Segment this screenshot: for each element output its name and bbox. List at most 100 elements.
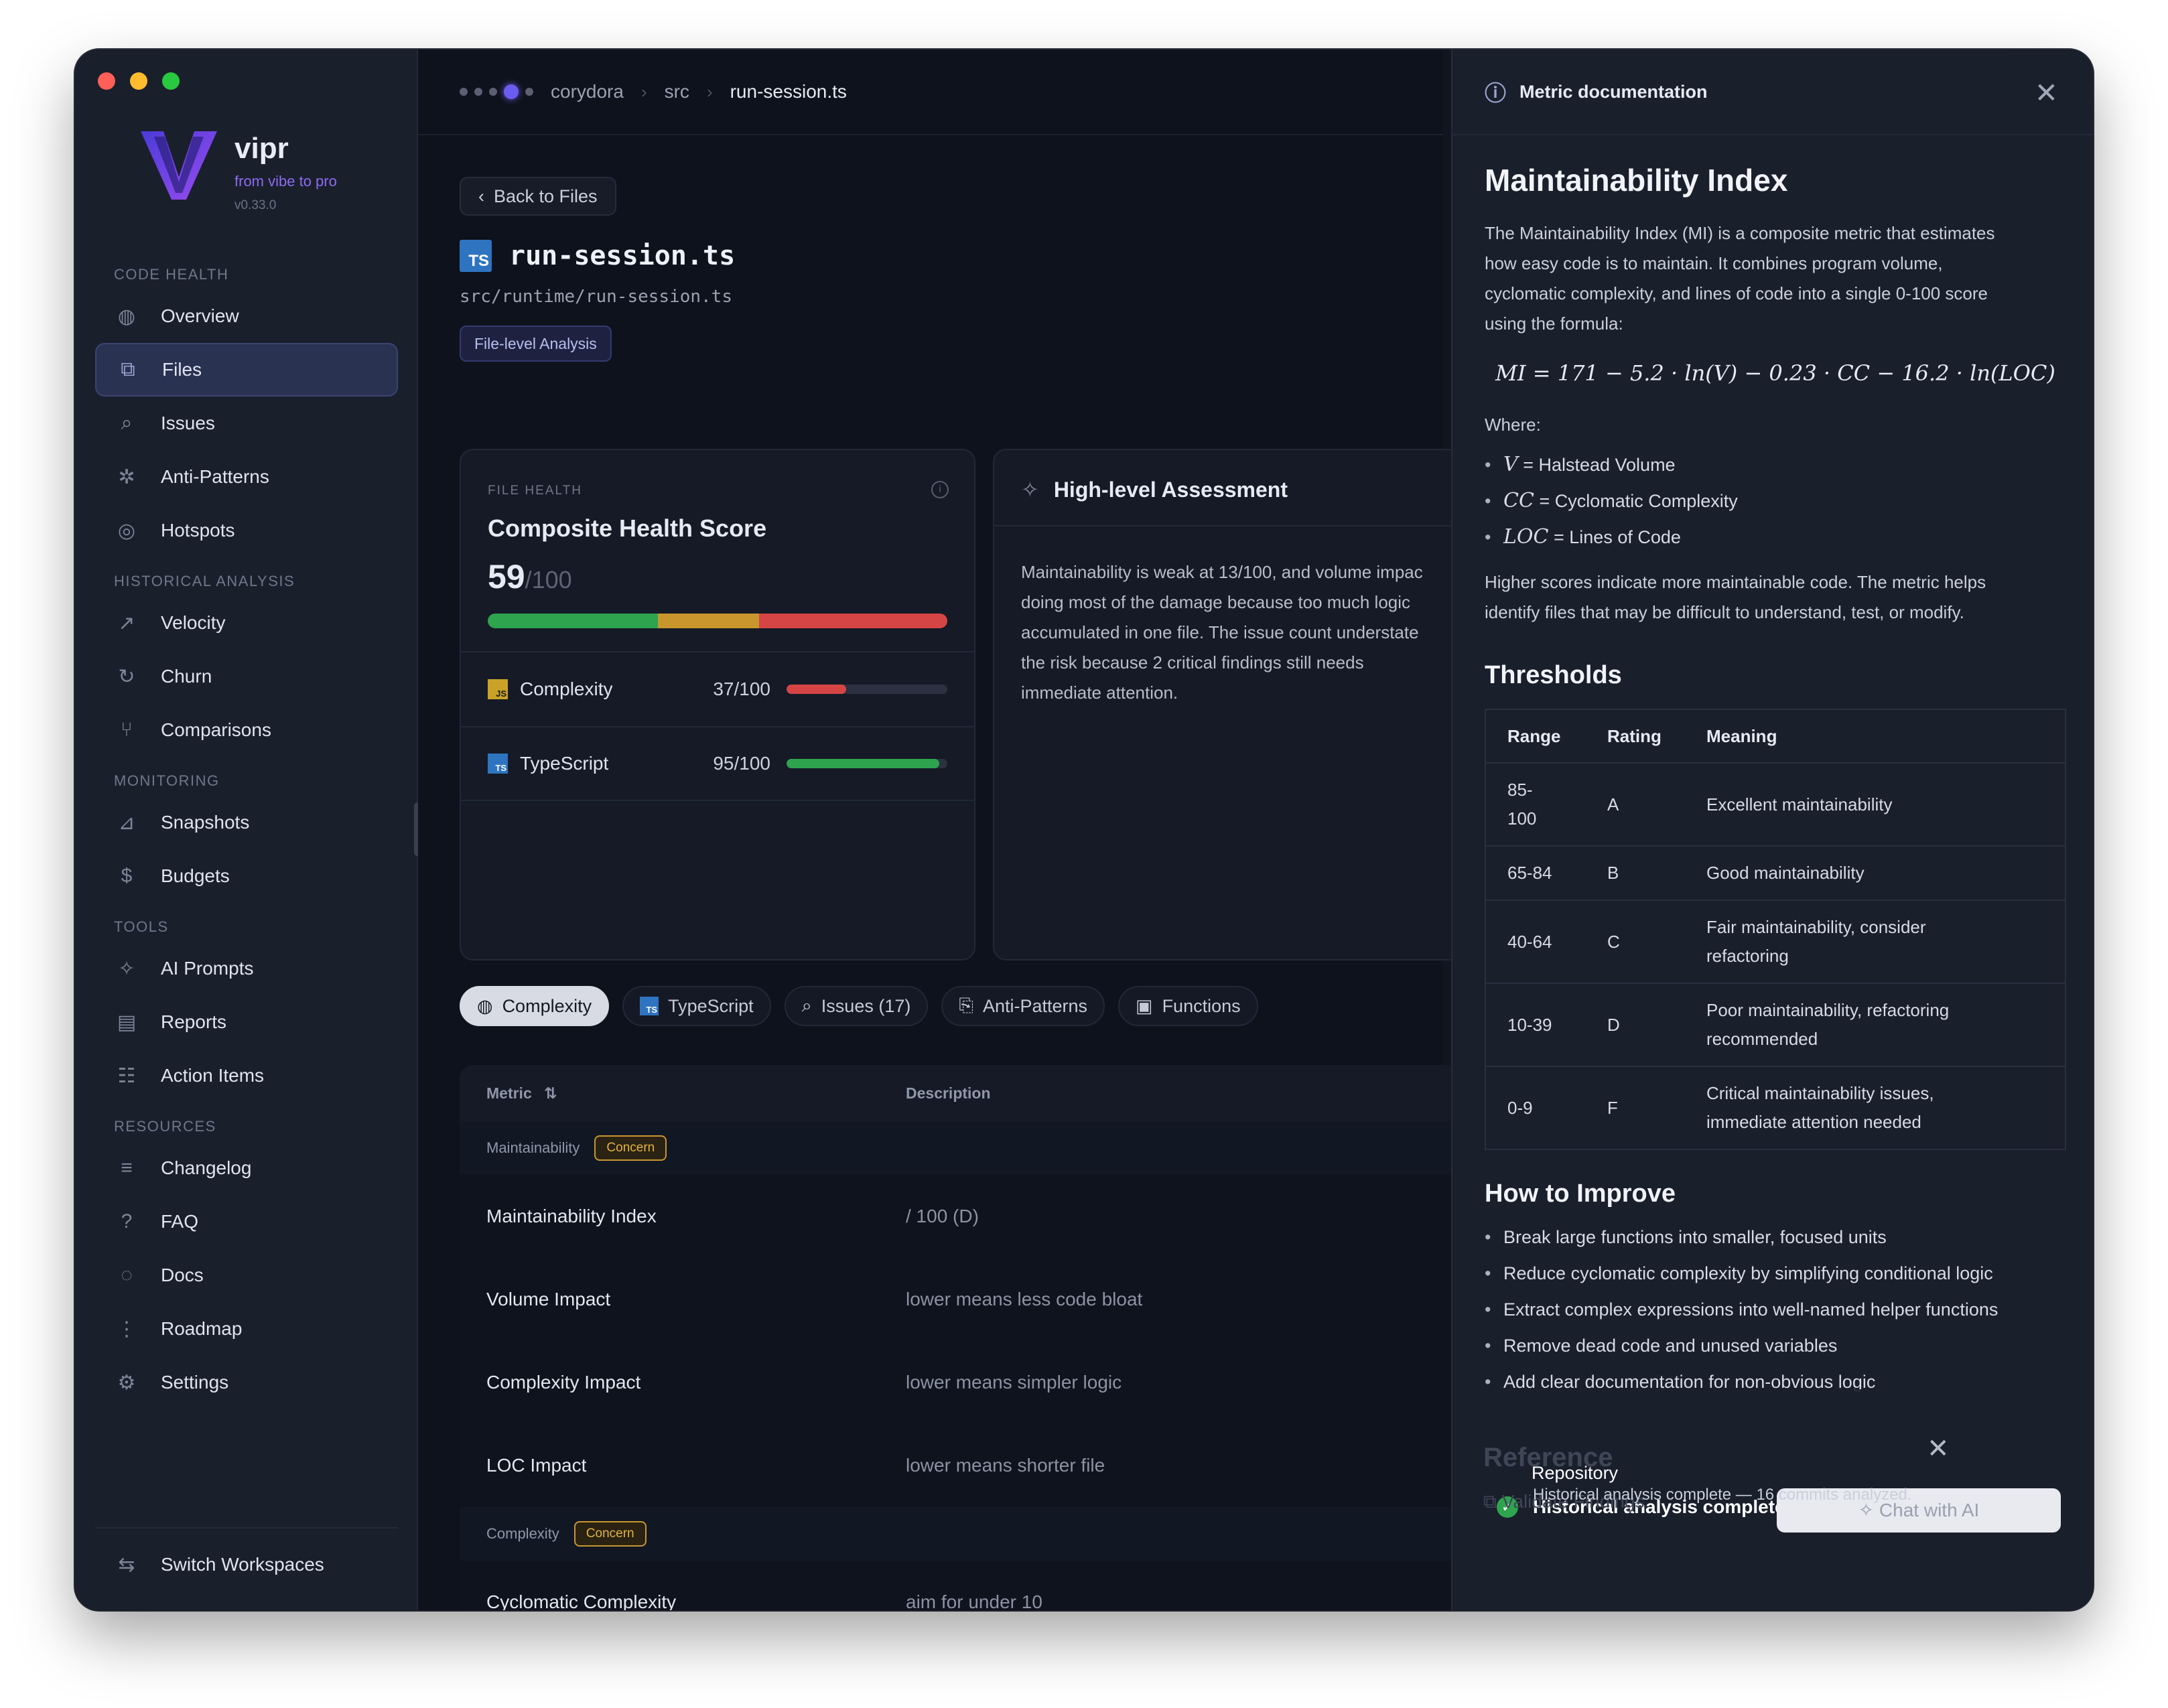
sidebar-item-ai-prompts[interactable]: ✧ AI Prompts	[95, 942, 398, 995]
metrics-table: Metric ⇅ Description Maintainability Con…	[460, 1065, 1465, 1610]
tab-typescript[interactable]: TS TypeScript	[622, 986, 771, 1026]
file-tree-icon: ⧉	[121, 358, 135, 380]
sidebar-item-reports[interactable]: ▤ Reports	[95, 995, 398, 1049]
metric-label: TypeScript	[520, 753, 609, 774]
switch-workspaces: ⇆ Switch Workspaces	[95, 1527, 398, 1591]
window-controls	[98, 72, 180, 90]
list-item: Break large functions into smaller, focu…	[1485, 1219, 2066, 1255]
close-window-button[interactable]	[98, 72, 115, 90]
sidebar-item-settings[interactable]: ⚙ Settings	[95, 1356, 398, 1409]
switch-workspaces-button[interactable]: ⇆ Switch Workspaces	[95, 1538, 398, 1591]
status-badge: Concern	[573, 1521, 647, 1547]
chevron-left-icon: ‹	[478, 186, 484, 206]
doc-line: identify files that may be difficult to …	[1485, 602, 1964, 622]
metric-name: Maintainability Index	[486, 1206, 657, 1226]
metric-value: 95/100	[713, 753, 770, 774]
sidebar-item-hotspots[interactable]: ◎ Hotspots	[95, 504, 398, 557]
group-name: Complexity	[486, 1525, 559, 1542]
doc-line: using the formula:	[1485, 313, 1623, 334]
sidebar-item-label: FAQ	[161, 1211, 199, 1232]
var-symbol: LOC	[1503, 525, 1549, 549]
column-metric-label: Metric	[486, 1084, 532, 1102]
sidebar-item-comparisons[interactable]: ⑂ Comparisons	[95, 703, 398, 757]
score-bar-segment	[758, 614, 947, 628]
toast-close-icon[interactable]: ✕	[1927, 1433, 1950, 1464]
assessment-line: Maintainability is weak at 13/100, and v…	[1021, 562, 1423, 582]
sidebar-item-label: Reports	[161, 1011, 227, 1032]
sidebar-item-label: Comparisons	[161, 719, 271, 740]
info-icon[interactable]: i	[931, 481, 949, 498]
table-row[interactable]: Complexity Impact lower means simpler log…	[460, 1341, 1465, 1424]
card-label: FILE HEALTH	[488, 484, 582, 498]
table-row[interactable]: Volume Impact lower means less code bloat	[460, 1258, 1465, 1341]
refresh-icon: ↻	[118, 665, 135, 688]
breadcrumb-workspace[interactable]: corydora	[551, 81, 624, 102]
tab-label: Complexity	[502, 995, 592, 1016]
sidebar-item-files[interactable]: ⧉ Files	[95, 343, 398, 397]
chevron-right-icon: ›	[640, 81, 647, 102]
function-icon: ▣	[1136, 995, 1153, 1016]
sidebar-item-snapshots[interactable]: ⊿ Snapshots	[95, 796, 398, 849]
tab-issues[interactable]: ⌕ Issues (17)	[784, 986, 929, 1026]
meaning-cell: Good maintainability	[1685, 846, 2065, 901]
sidebar-item-label: Velocity	[161, 612, 226, 633]
metric-description: lower means less code bloat	[906, 1289, 1143, 1309]
breadcrumb-folder[interactable]: src	[665, 81, 689, 102]
table-row[interactable]: Maintainability Index / 100 (D)	[460, 1175, 1465, 1258]
brand[interactable]: vipr from vibe to pro v0.33.0	[139, 129, 337, 213]
metric-progress-bar	[787, 759, 947, 768]
metric-progress-bar	[787, 685, 947, 694]
doc-where: Where:	[1485, 415, 1541, 435]
brand-tagline: from vibe to pro	[234, 173, 337, 190]
sidebar-item-label: AI Prompts	[161, 958, 254, 979]
chart-icon: ⊿	[118, 811, 135, 834]
assessment-line: doing most of the damage because too muc…	[1021, 592, 1411, 612]
sidebar-item-issues[interactable]: ⌕ Issues	[95, 397, 398, 450]
column-metric[interactable]: Metric ⇅	[460, 1084, 906, 1102]
sidebar-item-label: Budgets	[161, 865, 230, 886]
table-row[interactable]: Cyclomatic Complexity aim for under 10	[460, 1561, 1465, 1610]
typescript-icon: TS	[488, 754, 508, 774]
sidebar-item-budgets[interactable]: $ Budgets	[95, 849, 398, 903]
thresholds-heading: Thresholds	[1485, 661, 1622, 689]
brand-version: v0.33.0	[234, 198, 277, 212]
metric-row-typescript[interactable]: TS TypeScript 95/100	[461, 726, 974, 801]
table-row[interactable]: LOC Impact lower means shorter file	[460, 1424, 1465, 1507]
sort-icon[interactable]: ⇅	[544, 1084, 557, 1102]
switch-icon: ⇆	[118, 1553, 135, 1576]
metric-row-complexity[interactable]: JS Complexity 37/100	[461, 651, 974, 726]
assessment-line: accumulated in one file. The issue count…	[1021, 622, 1419, 642]
copy-icon: ⧉	[1483, 1491, 1497, 1512]
file-path: src/runtime/run-session.ts	[460, 287, 732, 307]
group-name: Maintainability	[486, 1139, 580, 1156]
sidebar-item-docs[interactable]: ◌ Docs	[95, 1249, 398, 1302]
tab-anti-patterns[interactable]: ⎘ Anti-Patterns	[941, 986, 1105, 1026]
sidebar-item-velocity[interactable]: ↗ Velocity	[95, 596, 398, 650]
minimize-window-button[interactable]	[130, 72, 147, 90]
sidebar-item-changelog[interactable]: ≡ Changelog	[95, 1141, 398, 1195]
back-label: Back to Files	[494, 186, 598, 206]
sidebar-item-anti-patterns[interactable]: ✲ Anti-Patterns	[95, 450, 398, 504]
sidebar-item-roadmap[interactable]: ⋮ Roadmap	[95, 1302, 398, 1356]
tab-functions[interactable]: ▣ Functions	[1118, 986, 1258, 1026]
sidebar-item-faq[interactable]: ? FAQ	[95, 1195, 398, 1249]
sidebar-item-label: Files	[162, 359, 202, 380]
sidebar-item-churn[interactable]: ↻ Churn	[95, 650, 398, 703]
nav-section-title: RESOURCES	[114, 1118, 216, 1135]
list-item: Extract complex expressions into well-na…	[1485, 1291, 2066, 1328]
maximize-window-button[interactable]	[162, 72, 180, 90]
range-cell: 0-9	[1485, 1066, 1586, 1150]
tab-complexity[interactable]: ◍ Complexity	[460, 986, 610, 1026]
sidebar-item-action-items[interactable]: ☷ Action Items	[95, 1049, 398, 1102]
metric-documentation-panel: ⓘ Metric documentation ✕ Maintainability…	[1451, 50, 2093, 1610]
sidebar-item-overview[interactable]: ◍ Overview	[95, 289, 398, 343]
close-icon[interactable]: ✕	[2035, 79, 2058, 107]
assessment-line: the risk because 2 critical findings sti…	[1021, 652, 1364, 672]
checklist-icon: ☷	[117, 1064, 136, 1087]
sidebar-item-label: Snapshots	[161, 812, 250, 833]
branch-icon: ⑂	[121, 719, 133, 741]
app-window: vipr from vibe to pro v0.33.0 CODE HEALT…	[75, 50, 2093, 1610]
variable-list: V = Halstead Volume CC = Cyclomatic Comp…	[1485, 447, 2066, 555]
back-to-files-button[interactable]: ‹ Back to Files	[460, 177, 616, 216]
meaning-cell: Excellent maintainability	[1685, 763, 2065, 847]
